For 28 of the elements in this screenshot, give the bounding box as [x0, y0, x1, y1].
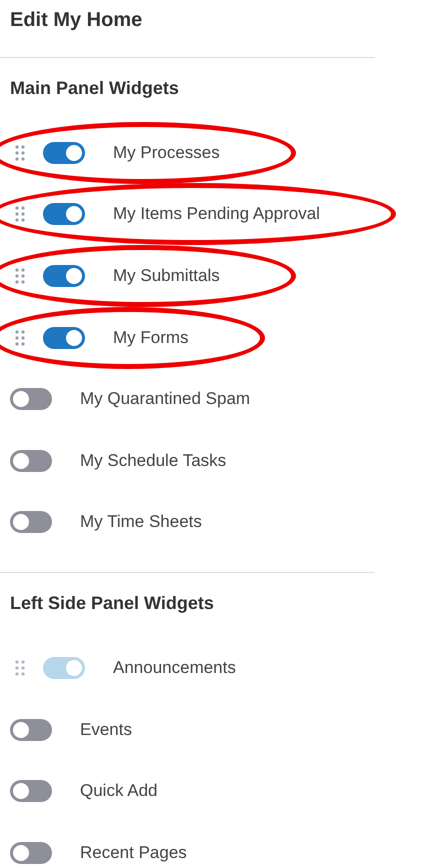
widget-label: My Time Sheets — [80, 512, 202, 532]
drag-handle-icon[interactable] — [15, 330, 25, 346]
toggle-switch[interactable] — [10, 842, 52, 864]
widget-label: Announcements — [113, 658, 236, 678]
widget-label: My Processes — [113, 142, 220, 163]
toggle-switch[interactable] — [10, 450, 52, 472]
widget-label: My Quarantined Spam — [80, 389, 250, 410]
toggle-switch[interactable] — [43, 326, 85, 349]
drag-handle-icon[interactable] — [15, 144, 25, 161]
toggle-switch[interactable] — [10, 780, 52, 802]
drag-handle-icon[interactable] — [15, 206, 25, 222]
section-heading: Main Panel Widgets — [9, 77, 180, 100]
widget-label: Events — [80, 720, 132, 740]
widget-label: Quick Add — [80, 781, 158, 802]
widget-label: Recent Pages — [80, 842, 187, 863]
toggle-switch[interactable] — [10, 388, 52, 410]
widget-label: My Items Pending Approval — [113, 204, 320, 224]
toggle-switch[interactable] — [43, 264, 85, 287]
widget-label: My Schedule Tasks — [80, 450, 226, 471]
toggle-switch[interactable] — [43, 142, 85, 164]
page-title: Edit My Home — [9, 8, 144, 33]
drag-handle-icon[interactable] — [15, 268, 25, 284]
toggle-switch[interactable] — [10, 718, 52, 741]
widget-label: My Submittals — [113, 266, 220, 286]
toggle-switch[interactable] — [43, 203, 85, 226]
toggle-switch[interactable] — [10, 511, 52, 534]
widget-label: My Forms — [113, 328, 189, 348]
section-heading: Left Side Panel Widgets — [9, 592, 215, 616]
